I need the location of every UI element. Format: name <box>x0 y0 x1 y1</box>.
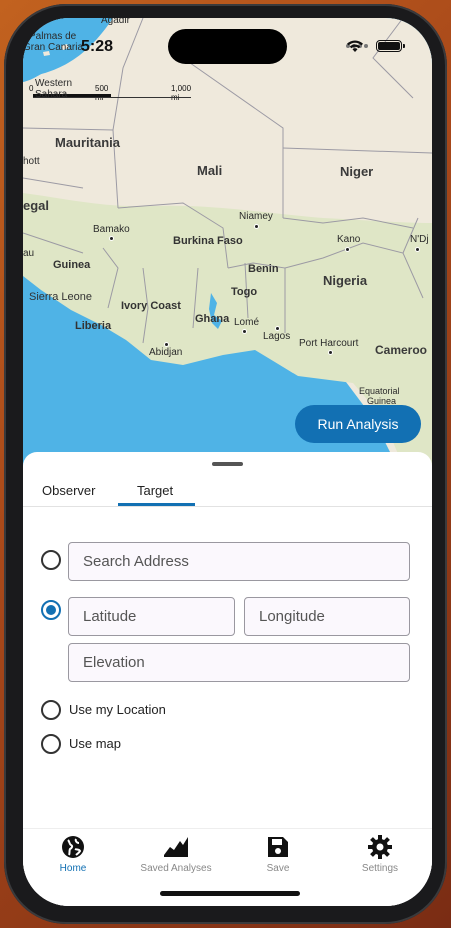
longitude-input[interactable]: Longitude <box>244 597 410 636</box>
radio-use-map[interactable] <box>41 734 61 754</box>
city-dot-bamako <box>109 236 114 241</box>
tab-target[interactable]: Target <box>137 483 173 498</box>
city-dot-lome <box>242 329 247 334</box>
city-dot-kano <box>345 247 350 252</box>
nav-save-label: Save <box>266 863 290 874</box>
run-analysis-button[interactable]: Run Analysis <box>295 405 421 443</box>
map-label-cameroon: Cameroo <box>375 343 428 357</box>
nav-saved-analyses[interactable]: Saved Analyses <box>126 835 226 874</box>
status-time: 5:28 <box>81 38 114 55</box>
map-label-western: Western <box>35 78 73 89</box>
nav-saved-analyses-label: Saved Analyses <box>140 863 212 874</box>
map-label-senegal: egal <box>23 198 50 213</box>
map-label-togo: Togo <box>231 286 258 298</box>
map-label-abidjan: Abidjan <box>149 347 183 358</box>
map-label-mali: Mali <box>197 163 223 178</box>
map-label-ghana: Ghana <box>195 313 230 325</box>
scale-label-500: 500 mi <box>95 84 109 102</box>
map-label-gran-canaria: Gran Canaria <box>23 42 84 53</box>
map-label-bamako: Bamako <box>93 224 130 235</box>
map-view[interactable]: 0 500 mi 1,000 mi Agadir Palmas de Gran … <box>23 18 432 478</box>
map-label-sierra-leone: Sierra Leone <box>29 291 92 303</box>
wifi-icon <box>347 40 363 52</box>
nav-home[interactable]: Home <box>23 835 123 874</box>
map-label-sahara: Sahara <box>35 89 68 100</box>
latitude-input[interactable]: Latitude <box>68 597 235 636</box>
radio-coordinates[interactable] <box>41 600 61 620</box>
elevation-input[interactable]: Elevation <box>68 643 410 682</box>
map-label-mauritania: Mauritania <box>55 135 121 150</box>
app-screen: 0 500 mi 1,000 mi Agadir Palmas de Gran … <box>23 18 432 906</box>
status-icons <box>346 40 405 52</box>
floppy-disk-icon <box>268 837 288 857</box>
map-label-guinea: Guinea <box>53 259 91 271</box>
city-dot-niamey <box>254 224 259 229</box>
chart-area-icon <box>164 837 188 857</box>
map-label-agadir: Agadir <box>101 18 130 26</box>
sheet-grabber-handle[interactable] <box>212 462 243 466</box>
dynamic-island <box>168 29 287 64</box>
map-label-niamey: Niamey <box>239 211 273 222</box>
map-label-guinea-bissau: au <box>23 248 35 259</box>
radio-use-my-location[interactable] <box>41 700 61 720</box>
nav-home-label: Home <box>59 863 87 874</box>
scale-label-zero: 0 <box>29 84 34 93</box>
scale-label-1000: 1,000 mi <box>171 84 192 102</box>
map-label-port-harcourt: Port Harcourt <box>299 338 359 349</box>
nav-save[interactable]: Save <box>228 835 328 874</box>
city-dot-port-harcourt <box>328 350 333 355</box>
tab-bar: Observer Target <box>23 480 432 507</box>
map-label-equatorial: Equatorial <box>359 386 400 396</box>
map-label-nouakchott: hott <box>23 156 40 167</box>
city-dot-abidjan <box>164 342 169 347</box>
active-tab-indicator <box>118 503 195 506</box>
map-label-liberia: Liberia <box>75 320 112 332</box>
radio-search-address[interactable] <box>41 550 61 570</box>
map-label-las-palmas: Palmas de <box>29 31 77 42</box>
battery-icon <box>376 40 405 52</box>
map-label-benin: Benin <box>248 263 279 275</box>
use-map-label[interactable]: Use map <box>69 736 121 751</box>
map-label-nigeria: Nigeria <box>323 273 368 288</box>
tab-observer[interactable]: Observer <box>42 483 95 498</box>
map-label-burkina-faso: Burkina Faso <box>173 235 243 247</box>
map-label-lome: Lomé <box>234 317 260 328</box>
home-indicator[interactable] <box>160 891 300 896</box>
globe-icon <box>62 836 84 858</box>
nav-settings-label: Settings <box>361 863 399 874</box>
map-label-kano: Kano <box>337 234 361 245</box>
map-label-niger: Niger <box>340 164 374 179</box>
map-label-lagos: Lagos <box>263 331 291 342</box>
city-dot-lagos <box>275 326 280 331</box>
search-address-input[interactable]: Search Address <box>68 542 410 581</box>
map-label-ndjamena: N'Dj <box>410 234 429 245</box>
nav-settings[interactable]: Settings <box>330 835 430 874</box>
city-dot-ndjamena <box>415 247 420 252</box>
use-my-location-label[interactable]: Use my Location <box>69 702 166 717</box>
map-label-ivory-coast: Ivory Coast <box>121 300 181 312</box>
gear-icon <box>368 835 392 859</box>
